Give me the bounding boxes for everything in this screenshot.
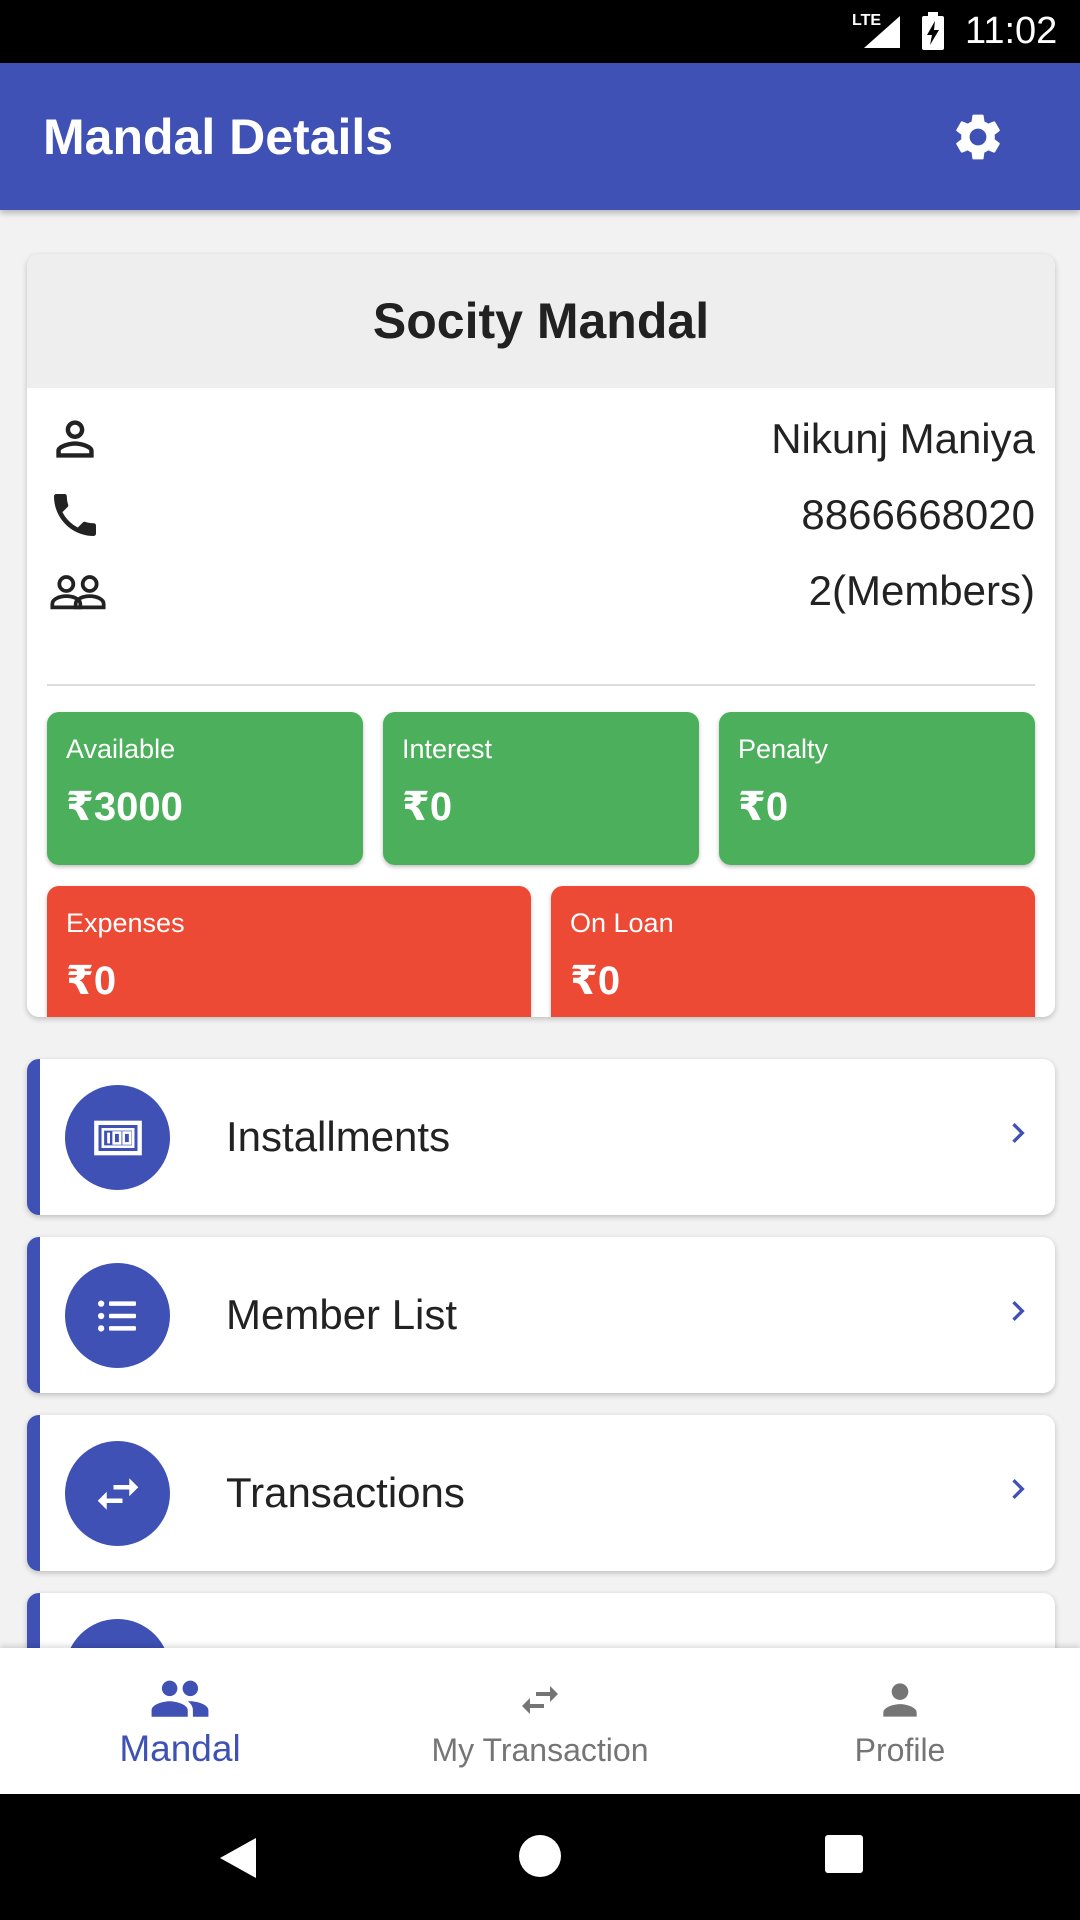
phone-icon [54,494,96,536]
system-navigation-bar [0,1794,1080,1920]
stat-amount: ₹3000 [66,785,183,829]
home-icon[interactable] [518,1834,562,1878]
clock: 11:02 [965,10,1058,52]
stat-amount: ₹0 [66,959,117,1003]
list-icon [65,1263,170,1368]
swap-arrows-icon [522,1686,558,1714]
battery-charging-icon [922,12,944,50]
chevron-right-icon [1012,1479,1025,1499]
chevron-right-icon [1012,1123,1025,1143]
stat-amount: ₹0 [738,785,789,829]
nav-label: My Transaction [431,1732,649,1768]
members-count: 2(Members) [808,567,1035,614]
bottom-navigation: Mandal My Transaction Profile [0,1648,1080,1794]
stat-on-loan[interactable]: On Loan ₹0 [551,886,1035,1017]
chevron-right-icon [1012,1301,1025,1321]
swap-arrows-icon [65,1441,170,1546]
stat-label: Interest [402,734,493,764]
owner-row: Nikunj Maniya [47,404,1035,474]
app-bar: Mandal Details [0,63,1080,210]
stat-amount: ₹0 [570,959,621,1003]
stat-label: Penalty [738,734,829,764]
page-title: Mandal Details [43,109,394,165]
stat-label: Available [66,734,176,764]
owner-name: Nikunj Maniya [771,415,1035,462]
divider [47,684,1035,686]
stat-label: On Loan [570,908,674,938]
stat-label: Expenses [66,908,185,938]
phone-row: 8866668020 [47,480,1035,550]
menu-item-label: Transactions [226,1469,465,1516]
scroll-content[interactable]: Socity Mandal Nikunj Maniya 8866668020 2… [0,210,1080,1648]
stat-amount: ₹0 [402,785,453,829]
gear-icon[interactable] [950,109,1006,165]
stat-penalty[interactable]: Penalty ₹0 [719,712,1035,865]
menu-item-partial[interactable] [27,1593,1055,1648]
group-icon [151,1680,209,1717]
phone-number: 8866668020 [801,491,1035,538]
menu-item-installments[interactable]: Installments [27,1059,1055,1215]
recents-icon[interactable] [824,1834,864,1874]
nav-mandal[interactable]: Mandal [0,1648,360,1794]
nav-label: Profile [854,1732,946,1768]
stat-expenses[interactable]: Expenses ₹0 [47,886,531,1017]
nav-my-transaction[interactable]: My Transaction [360,1648,720,1794]
menu-item-member-list[interactable]: Member List [27,1237,1055,1393]
nav-label: Mandal [119,1728,241,1769]
menu-item-transactions[interactable]: Transactions [27,1415,1055,1571]
mandal-name: Socity Mandal [27,254,1055,388]
stat-interest[interactable]: Interest ₹0 [383,712,699,865]
signal-icon [864,16,900,48]
nav-profile[interactable]: Profile [720,1648,1080,1794]
group-outline-icon [50,575,106,610]
person-icon [883,1683,917,1717]
status-bar: LTE 11:02 [0,0,1080,63]
mandal-card: Socity Mandal Nikunj Maniya 8866668020 2… [27,254,1055,1017]
menu-item-label: Member List [226,1291,458,1338]
calculator-icon [65,1619,170,1648]
stat-available[interactable]: Available ₹3000 [47,712,363,865]
money-icon [65,1085,170,1190]
members-row: 2(Members) [47,556,1035,626]
back-icon[interactable] [216,1834,260,1882]
person-outline-icon [56,420,94,458]
menu-item-label: Installments [226,1113,451,1160]
